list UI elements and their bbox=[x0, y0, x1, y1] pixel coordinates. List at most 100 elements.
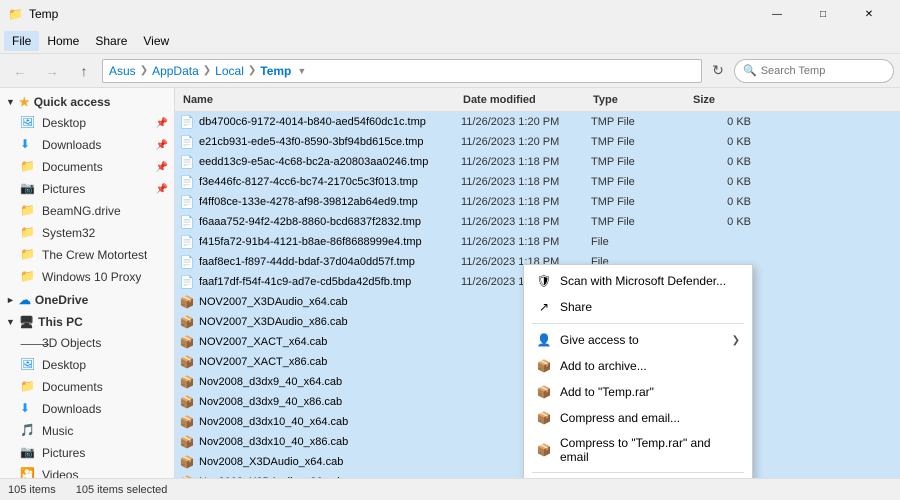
minimize-button[interactable]: — bbox=[754, 0, 800, 28]
context-menu-item[interactable]: 🛡 Scan with Microsoft Defender... bbox=[524, 268, 752, 294]
breadcrumb-item-temp[interactable]: Temp bbox=[260, 64, 291, 78]
ctx-item-icon: 🛡 bbox=[536, 273, 552, 289]
sidebar-item-pc-desktop[interactable]: 🖼 Desktop bbox=[0, 354, 174, 376]
sidebar-onedrive-header[interactable]: ► ☁ OneDrive bbox=[0, 290, 174, 310]
breadcrumb-sep-1: ❯ bbox=[140, 65, 148, 76]
file-size: 0 KB bbox=[691, 216, 751, 228]
main-area: ▼ ★ Quick access 🖼 Desktop 📌 ⬇ Downloads… bbox=[0, 88, 900, 478]
sidebar-item-beamng[interactable]: 📁 BeamNG.drive bbox=[0, 200, 174, 222]
desktop-icon: 🖼 bbox=[20, 115, 36, 131]
breadcrumb-item-appdata[interactable]: AppData bbox=[152, 64, 199, 78]
sidebar-thispc-header[interactable]: ▼ 🖥 This PC bbox=[0, 312, 174, 332]
sidebar-item-pictures[interactable]: 📷 Pictures 📌 bbox=[0, 178, 174, 200]
col-header-size[interactable]: Size bbox=[689, 88, 749, 111]
title-bar-icons: 📁 bbox=[8, 7, 23, 21]
sidebar-item-3dobjects[interactable]: ⸻ 3D Objects bbox=[0, 332, 174, 354]
file-row[interactable]: 📄 e21cb931-ede5-43f0-8590-3bf94bd615ce.t… bbox=[175, 132, 900, 152]
sidebar-item-pc-videos[interactable]: 🎦 Videos bbox=[0, 464, 174, 478]
forward-button[interactable]: → bbox=[38, 57, 66, 85]
search-input[interactable] bbox=[761, 65, 885, 77]
search-box[interactable]: 🔍 bbox=[734, 59, 894, 83]
file-row[interactable]: 📄 f3e446fc-8127-4cc6-bc74-2170c5c3f013.t… bbox=[175, 172, 900, 192]
col-header-type[interactable]: Type bbox=[589, 88, 689, 111]
file-name: NOV2007_XACT_x64.cab bbox=[199, 336, 461, 348]
sidebar-item-pc-documents[interactable]: 📁 Documents bbox=[0, 376, 174, 398]
window-controls[interactable]: — □ ✕ bbox=[754, 0, 892, 28]
file-date: 11/26/2023 1:18 PM bbox=[461, 196, 591, 208]
context-menu-item[interactable]: 📦 Compress to "Temp.rar" and email bbox=[524, 431, 752, 469]
menu-bar: File Home Share View bbox=[0, 28, 900, 54]
file-type: File bbox=[591, 236, 691, 248]
file-row[interactable]: 📄 db4700c6-9172-4014-b840-aed54f60dc1c.t… bbox=[175, 112, 900, 132]
context-menu-item[interactable]: 👤 Give access to ❯ bbox=[524, 327, 752, 353]
chevron-right-icon: ► bbox=[6, 295, 15, 305]
maximize-button[interactable]: □ bbox=[800, 0, 846, 28]
file-name: NOV2007_X3DAudio_x86.cab bbox=[199, 316, 461, 328]
computer-icon: 🖥 bbox=[19, 315, 34, 329]
context-menu-divider bbox=[532, 323, 744, 324]
breadcrumb-item-local[interactable]: Local bbox=[215, 64, 244, 78]
file-type: TMP File bbox=[591, 156, 691, 168]
context-menu-item[interactable]: 📦 Add to "Temp.rar" bbox=[524, 379, 752, 405]
file-row[interactable]: 📄 f415fa72-91b4-4121-b8ae-86f8688999e4.t… bbox=[175, 232, 900, 252]
context-menu-item[interactable]: 📦 Add to archive... bbox=[524, 353, 752, 379]
ctx-item-icon: 📦 bbox=[536, 358, 552, 374]
context-menu-item[interactable]: 📦 Compress and email... bbox=[524, 405, 752, 431]
close-button[interactable]: ✕ bbox=[846, 0, 892, 28]
sidebar-quickaccess-header[interactable]: ▼ ★ Quick access bbox=[0, 92, 174, 112]
context-menu-item[interactable]: → Send to ❯ bbox=[524, 476, 752, 478]
sidebar-item-documents[interactable]: 📁 Documents 📌 bbox=[0, 156, 174, 178]
file-row[interactable]: 📄 f4ff08ce-133e-4278-af98-39812ab64ed9.t… bbox=[175, 192, 900, 212]
sidebar-item-win10proxy[interactable]: 📁 Windows 10 Proxy bbox=[0, 266, 174, 288]
sidebar-item-pc-downloads[interactable]: ⬇ Downloads bbox=[0, 398, 174, 420]
file-type: TMP File bbox=[591, 176, 691, 188]
file-row[interactable]: 📄 f6aaa752-94f2-42b8-8860-bcd6837f2832.t… bbox=[175, 212, 900, 232]
sidebar-item-desktop[interactable]: 🖼 Desktop 📌 bbox=[0, 112, 174, 134]
menu-share[interactable]: Share bbox=[87, 31, 135, 51]
col-header-date[interactable]: Date modified bbox=[459, 88, 589, 111]
file-size: 0 KB bbox=[691, 116, 751, 128]
ctx-item-label: Scan with Microsoft Defender... bbox=[560, 274, 740, 288]
menu-view[interactable]: View bbox=[135, 31, 177, 51]
file-icon: 📦 bbox=[179, 474, 195, 478]
sidebar-item-pc-music[interactable]: 🎵 Music bbox=[0, 420, 174, 442]
file-date: 11/26/2023 1:18 PM bbox=[461, 176, 591, 188]
sidebar-item-pc-pictures[interactable]: 📷 Pictures bbox=[0, 442, 174, 464]
sidebar-section-onedrive: ► ☁ OneDrive bbox=[0, 290, 174, 310]
file-size: 0 KB bbox=[691, 136, 751, 148]
context-menu-item[interactable]: ↗ Share bbox=[524, 294, 752, 320]
file-name: f4ff08ce-133e-4278-af98-39812ab64ed9.tmp bbox=[199, 196, 461, 208]
sidebar-item-crewmotortest[interactable]: 📁 The Crew Motortest bbox=[0, 244, 174, 266]
sidebar-item-downloads[interactable]: ⬇ Downloads 📌 bbox=[0, 134, 174, 156]
file-name: faaf17df-f54f-41c9-ad7e-cd5bda42d5fb.tmp bbox=[199, 276, 461, 288]
sidebar: ▼ ★ Quick access 🖼 Desktop 📌 ⬇ Downloads… bbox=[0, 88, 175, 478]
file-name: db4700c6-9172-4014-b840-aed54f60dc1c.tmp bbox=[199, 116, 461, 128]
breadcrumb-sep-3: ❯ bbox=[248, 65, 256, 76]
ctx-item-label: Compress to "Temp.rar" and email bbox=[560, 436, 740, 464]
file-icon: 📦 bbox=[179, 354, 195, 370]
sidebar-item-system32[interactable]: 📁 System32 bbox=[0, 222, 174, 244]
file-row[interactable]: 📄 eedd13c9-e5ac-4c68-bc2a-a20803aa0246.t… bbox=[175, 152, 900, 172]
up-button[interactable]: ↑ bbox=[70, 57, 98, 85]
file-name: Nov2008_d3dx9_40_x86.cab bbox=[199, 396, 461, 408]
file-icon: 📄 bbox=[179, 154, 195, 170]
file-date: 11/26/2023 1:18 PM bbox=[461, 156, 591, 168]
file-size: 0 KB bbox=[691, 196, 751, 208]
title-bar-title: Temp bbox=[29, 7, 58, 21]
documents-icon: 📁 bbox=[20, 159, 36, 175]
ctx-item-label: Compress and email... bbox=[560, 411, 740, 425]
refresh-button[interactable]: ↻ bbox=[706, 59, 730, 83]
ctx-item-label: Give access to bbox=[560, 333, 724, 347]
menu-file[interactable]: File bbox=[4, 31, 39, 51]
file-type: TMP File bbox=[591, 116, 691, 128]
file-icon: 📦 bbox=[179, 314, 195, 330]
breadcrumb-item-asus[interactable]: Asus bbox=[109, 64, 136, 78]
breadcrumb-dropdown-icon[interactable]: ▼ bbox=[297, 66, 306, 76]
menu-home[interactable]: Home bbox=[39, 31, 87, 51]
file-icon: 📦 bbox=[179, 434, 195, 450]
col-header-name[interactable]: Name bbox=[179, 88, 459, 111]
back-button[interactable]: ← bbox=[6, 57, 34, 85]
documents-icon-2: 📁 bbox=[20, 379, 36, 395]
file-type: TMP File bbox=[591, 216, 691, 228]
file-icon: 📄 bbox=[179, 134, 195, 150]
